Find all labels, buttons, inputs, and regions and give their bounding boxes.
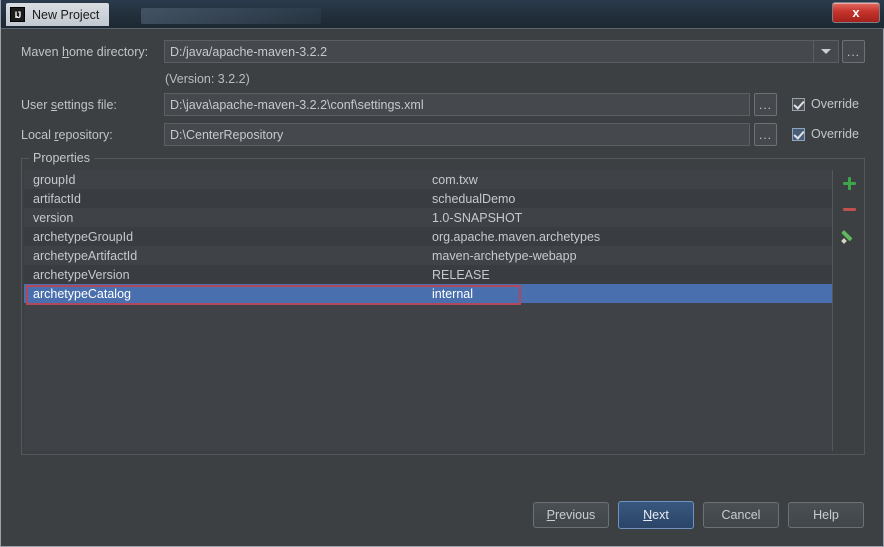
user-settings-file-input[interactable]: D:\java\apache-maven-3.2.2\conf\settings… — [164, 93, 750, 116]
maven-home-dropdown-button[interactable] — [814, 40, 839, 63]
property-value: com.txw — [432, 172, 478, 187]
plus-icon — [842, 176, 856, 190]
property-key: groupId — [33, 172, 76, 187]
property-key: version — [33, 210, 74, 225]
local-repository-override-label: Override — [811, 127, 859, 141]
user-settings-override-checkbox[interactable]: Override — [792, 97, 859, 111]
add-property-button[interactable] — [835, 170, 863, 196]
maven-home-label: Maven home directory: — [21, 45, 149, 59]
table-row[interactable]: archetypeArtifactId maven-archetype-webap… — [24, 246, 832, 265]
properties-actions-toolbar — [835, 170, 863, 248]
local-repository-label: Local repository: — [21, 128, 113, 142]
remove-property-button[interactable] — [835, 196, 863, 222]
maven-home-directory-input[interactable]: D:/java/apache-maven-3.2.2 — [164, 40, 814, 63]
title-bar: IJ New Project x — [1, 0, 884, 29]
window-title-group: IJ New Project — [6, 3, 110, 26]
property-key: archetypeArtifactId — [33, 248, 138, 263]
maven-home-browse-button[interactable]: ... — [842, 40, 865, 63]
properties-group-title: Properties — [29, 151, 94, 165]
table-row[interactable]: archetypeCatalog internal — [24, 284, 832, 303]
property-value: maven-archetype-webapp — [432, 248, 577, 263]
property-key: archetypeCatalog — [33, 286, 131, 301]
edit-property-button[interactable] — [835, 222, 863, 248]
pencil-icon — [842, 228, 856, 242]
table-row[interactable]: artifactId schedualDemo — [24, 189, 832, 208]
minus-icon — [842, 207, 856, 211]
user-settings-override-label: Override — [811, 97, 859, 111]
table-row[interactable]: archetypeGroupId org.apache.maven.archety… — [24, 227, 832, 246]
user-settings-label: User settings file: — [21, 98, 117, 112]
property-key: archetypeVersion — [33, 267, 130, 282]
property-value: RELEASE — [432, 267, 490, 282]
property-key: artifactId — [33, 191, 81, 206]
table-row[interactable]: version 1.0-SNAPSHOT — [24, 208, 832, 227]
title-bar-ghost-tab — [141, 8, 321, 24]
local-repository-input[interactable]: D:\CenterRepository — [164, 123, 750, 146]
local-repository-browse-button[interactable]: ... — [754, 123, 777, 146]
next-button[interactable]: Next — [618, 501, 694, 529]
property-value: 1.0-SNAPSHOT — [432, 210, 523, 225]
property-value: org.apache.maven.archetypes — [432, 229, 601, 244]
intellij-idea-icon: IJ — [10, 7, 25, 22]
checkbox-icon — [792, 97, 805, 111]
table-row[interactable]: archetypeVersion RELEASE — [24, 265, 832, 284]
table-empty-area[interactable] — [24, 303, 832, 451]
property-value: internal — [432, 286, 473, 301]
chevron-down-icon — [821, 49, 831, 54]
maven-version-note: (Version: 3.2.2) — [165, 72, 250, 86]
previous-button[interactable]: Previous — [533, 502, 609, 528]
properties-table[interactable]: groupId com.txw artifactId schedualDemo vers… — [24, 170, 832, 451]
property-value: schedualDemo — [432, 191, 516, 206]
local-repository-override-checkbox[interactable]: Override — [792, 127, 859, 141]
new-project-dialog: IJ New Project x Maven home directory: D… — [0, 0, 884, 547]
user-settings-browse-button[interactable]: ... — [754, 93, 777, 116]
close-button[interactable]: x — [832, 2, 880, 23]
checkbox-icon — [792, 127, 805, 141]
close-icon: x — [852, 5, 860, 20]
help-button[interactable]: Help — [788, 502, 864, 528]
property-key: archetypeGroupId — [33, 229, 134, 244]
window-title: New Project — [32, 7, 100, 22]
cancel-button[interactable]: Cancel — [703, 502, 779, 528]
properties-table-divider — [832, 170, 833, 451]
table-row[interactable]: groupId com.txw — [24, 170, 832, 189]
